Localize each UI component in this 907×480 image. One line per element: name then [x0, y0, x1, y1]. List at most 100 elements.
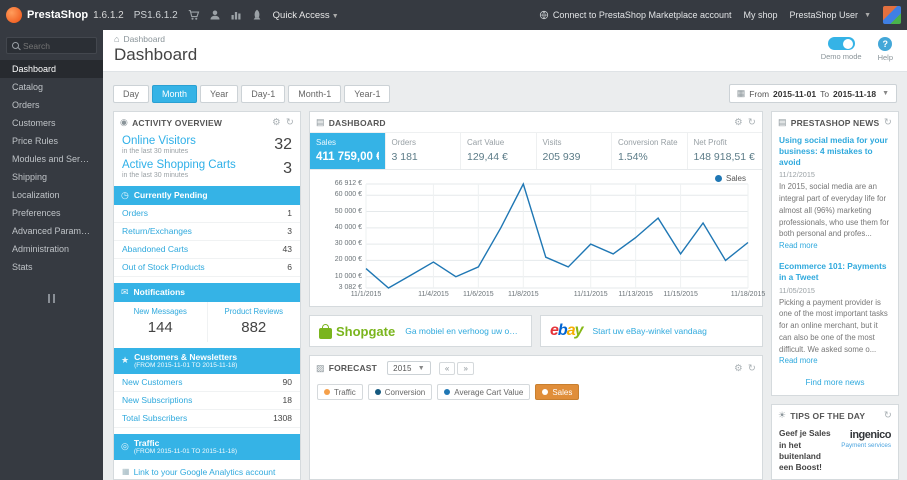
out-of-stock-link[interactable]: Out of Stock Products: [122, 262, 205, 272]
gear-icon[interactable]: ⚙: [734, 363, 743, 374]
active-carts-link[interactable]: Active Shopping Carts: [122, 159, 236, 171]
search-input[interactable]: [23, 40, 93, 51]
my-shop-link[interactable]: My shop: [744, 10, 778, 20]
kpi-visits[interactable]: Visits 205 939: [537, 133, 612, 169]
next-page-button[interactable]: »: [457, 361, 475, 375]
prestashop-logo-icon: [6, 7, 22, 23]
legend-average-cart-value[interactable]: Average Cart Value: [437, 384, 531, 400]
sidebar-item-modules[interactable]: Modules and Services: [0, 150, 103, 168]
traffic-icon: ◎: [121, 441, 129, 452]
news-article-title[interactable]: Using social media for your business: 4 …: [779, 135, 891, 167]
sidebar-item-catalog[interactable]: Catalog: [0, 78, 103, 96]
tab-day-1[interactable]: Day-1: [241, 84, 286, 103]
online-visitors-link[interactable]: Online Visitors: [122, 135, 196, 147]
sidebar-item-orders[interactable]: Orders: [0, 96, 103, 114]
gear-icon[interactable]: ⚙: [272, 117, 281, 128]
sidebar-item-price-rules[interactable]: Price Rules: [0, 132, 103, 150]
active-carts-value: 3: [283, 160, 292, 177]
demo-mode-label: Demo mode: [820, 52, 862, 61]
total-subscribers-link[interactable]: Total Subscribers: [122, 413, 187, 423]
date-range-picker[interactable]: ▦ From 2015-11-01 To 2015-11-18 ▼: [728, 84, 897, 103]
returns-link[interactable]: Return/Exchanges: [122, 226, 192, 236]
page-header: ⌂ Dashboard Dashboard Demo mode ? Help: [103, 30, 907, 72]
tab-month-1[interactable]: Month-1: [288, 84, 342, 103]
sidebar-item-stats[interactable]: Stats: [0, 258, 103, 276]
upgrade-rocket-icon[interactable]: [251, 9, 263, 21]
refresh-icon[interactable]: ↻: [286, 117, 294, 128]
abandoned-carts-value: 43: [282, 244, 292, 255]
refresh-icon[interactable]: ↻: [748, 117, 756, 128]
help-icon[interactable]: ?: [878, 37, 893, 51]
refresh-icon[interactable]: ↻: [748, 363, 756, 374]
sidebar-item-localization[interactable]: Localization: [0, 186, 103, 204]
forecast-legend: Traffic Conversion Average Cart Value Sa…: [310, 379, 762, 405]
legend-sales[interactable]: Sales: [535, 384, 580, 400]
sidebar-item-customers[interactable]: Customers: [0, 114, 103, 132]
kpi-net-profit[interactable]: Net Profit 148 918,51 €: [688, 133, 763, 169]
demo-mode-toggle[interactable]: [827, 37, 855, 50]
stats-icon[interactable]: [230, 9, 242, 21]
ebay-link[interactable]: Start uw eBay-winkel vandaag: [593, 326, 707, 336]
new-subscriptions-link[interactable]: New Subscriptions: [122, 395, 192, 405]
shopgate-link[interactable]: Ga mobiel en verhoog uw omzet: [405, 326, 522, 336]
marketplace-link[interactable]: Connect to PrestaShop Marketplace accoun…: [539, 10, 732, 20]
read-more-link[interactable]: Read more: [779, 356, 818, 365]
activity-overview-panel: ◉ ACTIVITY OVERVIEW ⚙ ↻ Online Visitors …: [113, 111, 301, 480]
new-messages-cell[interactable]: New Messages 144: [114, 302, 207, 342]
quick-access-menu[interactable]: Quick Access ▼: [273, 10, 339, 21]
refresh-icon[interactable]: ↻: [884, 410, 892, 421]
tips-headline: Geef je Sales in het buitenland een Boos…: [779, 428, 831, 472]
sidebar-item-dashboard[interactable]: Dashboard: [0, 60, 103, 78]
prev-page-button[interactable]: «: [438, 361, 456, 375]
tab-month[interactable]: Month: [152, 84, 198, 103]
kpi-orders[interactable]: Orders 3 181: [386, 133, 461, 169]
legend-conversion[interactable]: Conversion: [367, 384, 433, 400]
user-menu[interactable]: PrestaShop User ▼: [790, 10, 871, 20]
avatar[interactable]: [883, 6, 901, 24]
legend-traffic[interactable]: Traffic: [317, 384, 363, 400]
news-article-title[interactable]: Ecommerce 101: Payments in a Tweet: [779, 261, 891, 283]
envelope-icon: ✉: [121, 286, 129, 297]
prestashop-logo[interactable]: PrestaShop 1.6.1.2: [6, 7, 124, 23]
new-customers-link[interactable]: New Customers: [122, 377, 182, 387]
year-select[interactable]: 2015 ▼: [387, 361, 431, 375]
sidebar-item-advanced-parameters[interactable]: Advanced Parameters: [0, 222, 103, 240]
shopping-bag-icon: [319, 323, 332, 339]
activity-icon: ◉: [120, 117, 129, 127]
sidebar-item-shipping[interactable]: Shipping: [0, 168, 103, 186]
orders-link[interactable]: Orders: [122, 208, 148, 218]
gear-icon[interactable]: ⚙: [734, 117, 743, 128]
users-icon: ★: [121, 355, 130, 366]
page-title: Dashboard: [114, 45, 198, 64]
sidebar-search[interactable]: [6, 37, 97, 54]
sidebar-item-administration[interactable]: Administration: [0, 240, 103, 258]
abandoned-carts-link[interactable]: Abandoned Carts: [122, 244, 188, 254]
read-more-link[interactable]: Read more: [779, 241, 818, 250]
calendar-icon: ▦: [736, 88, 746, 98]
news-panel-title: PRESTASHOP NEWS: [790, 117, 880, 128]
conversion-dot-icon: [374, 389, 381, 395]
cart-icon[interactable]: [188, 9, 200, 21]
row-new-subscriptions: New Subscriptions 18: [114, 392, 300, 410]
find-more-news-link[interactable]: Find more news: [772, 373, 898, 395]
refresh-icon[interactable]: ↻: [884, 117, 892, 128]
tab-year-1[interactable]: Year-1: [344, 84, 391, 103]
sidebar-collapse-button[interactable]: [48, 294, 55, 303]
clock-icon: ◷: [121, 190, 129, 200]
tab-day[interactable]: Day: [113, 84, 150, 103]
legend-dot: [714, 175, 722, 182]
breadcrumb: ⌂ Dashboard: [114, 34, 166, 44]
kpi-sales[interactable]: Sales 411 759,00 €: [310, 133, 386, 169]
kpi-cart-value[interactable]: Cart Value 129,44 €: [461, 133, 537, 169]
google-analytics-link[interactable]: ▦ Link to your Google Analytics account: [114, 460, 300, 480]
customers-icon[interactable]: [209, 9, 221, 21]
product-reviews-cell[interactable]: Product Reviews 882: [206, 301, 301, 342]
sidebar-item-preferences[interactable]: Preferences: [0, 204, 103, 222]
chart-legend[interactable]: Sales: [714, 174, 746, 183]
sidebar-nav: Dashboard Catalog Orders Customers Price…: [0, 60, 103, 276]
shopgate-promo: Shopgate Ga mobiel en verhoog uw omzet: [309, 315, 532, 347]
tab-year[interactable]: Year: [200, 84, 239, 103]
kpi-conversion-rate[interactable]: Conversion Rate 1.54%: [612, 133, 688, 169]
news-article: Using social media for your business: 4 …: [772, 132, 898, 258]
brand-version: 1.6.1.2: [93, 9, 124, 21]
